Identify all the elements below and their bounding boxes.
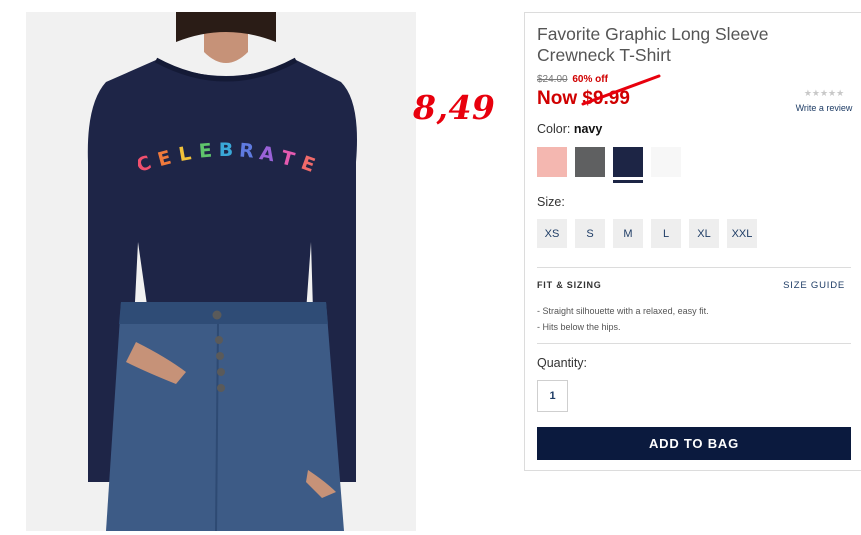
size-m-button[interactable]: M xyxy=(613,219,643,248)
product-title: Favorite Graphic Long Sleeve Crewneck T-… xyxy=(537,24,769,65)
size-label: Size: xyxy=(537,195,565,209)
size-s-button[interactable]: S xyxy=(575,219,605,248)
fit-point: - Straight silhouette with a relaxed, ea… xyxy=(537,306,709,316)
star-rating-icon: ★★★★★ xyxy=(803,88,845,98)
graphic-letter: L xyxy=(177,142,193,166)
divider xyxy=(537,343,851,344)
original-price: $24.00 xyxy=(537,74,568,85)
now-label: Now xyxy=(537,88,578,109)
color-swatches xyxy=(537,147,681,183)
graphic-letter: E xyxy=(298,152,318,177)
size-l-button[interactable]: L xyxy=(651,219,681,248)
graphic-print: CELEBRATE xyxy=(138,140,318,177)
handwritten-price-annotation: 8,49 xyxy=(413,88,496,127)
graphic-letter: R xyxy=(238,140,255,163)
swatch-white[interactable] xyxy=(651,147,681,177)
swatch-navy[interactable] xyxy=(613,147,643,183)
fit-point: - Hits below the hips. xyxy=(537,322,621,332)
write-review-link[interactable]: Write a review xyxy=(793,103,855,113)
color-row: Color: navy xyxy=(537,122,602,136)
fit-sizing-heading: FIT & SIZING xyxy=(537,280,602,290)
product-panel: Favorite Graphic Long Sleeve Crewneck T-… xyxy=(524,12,861,471)
size-xl-button[interactable]: XL xyxy=(689,219,719,248)
graphic-letter: B xyxy=(219,140,233,161)
graphic-letter: E xyxy=(198,140,213,163)
swatch-pink[interactable] xyxy=(537,147,567,177)
red-strike-through xyxy=(581,74,661,106)
divider xyxy=(537,267,851,268)
color-label: Color: xyxy=(537,122,571,136)
add-to-bag-button[interactable]: ADD TO BAG xyxy=(537,427,851,460)
graphic-letter: C xyxy=(138,152,154,177)
product-image: CELEBRATE xyxy=(26,12,416,531)
graphic-letter: E xyxy=(155,147,173,172)
quantity-input[interactable] xyxy=(537,380,568,412)
quantity-label: Quantity: xyxy=(537,356,588,370)
swatch-gray[interactable] xyxy=(575,147,605,177)
rating: ★★★★★ Write a review xyxy=(793,88,855,113)
size-options: XS S M L XL XXL xyxy=(537,219,757,248)
graphic-letter: T xyxy=(278,147,296,172)
fit-details: - Straight silhouette with a relaxed, ea… xyxy=(537,303,709,335)
selected-color-name: navy xyxy=(573,122,603,136)
graphic-letter: A xyxy=(258,142,277,166)
size-xs-button[interactable]: XS xyxy=(537,219,567,248)
size-guide-link[interactable]: SIZE GUIDE xyxy=(783,280,845,291)
model-photo xyxy=(26,12,416,531)
size-xxl-button[interactable]: XXL xyxy=(727,219,757,248)
